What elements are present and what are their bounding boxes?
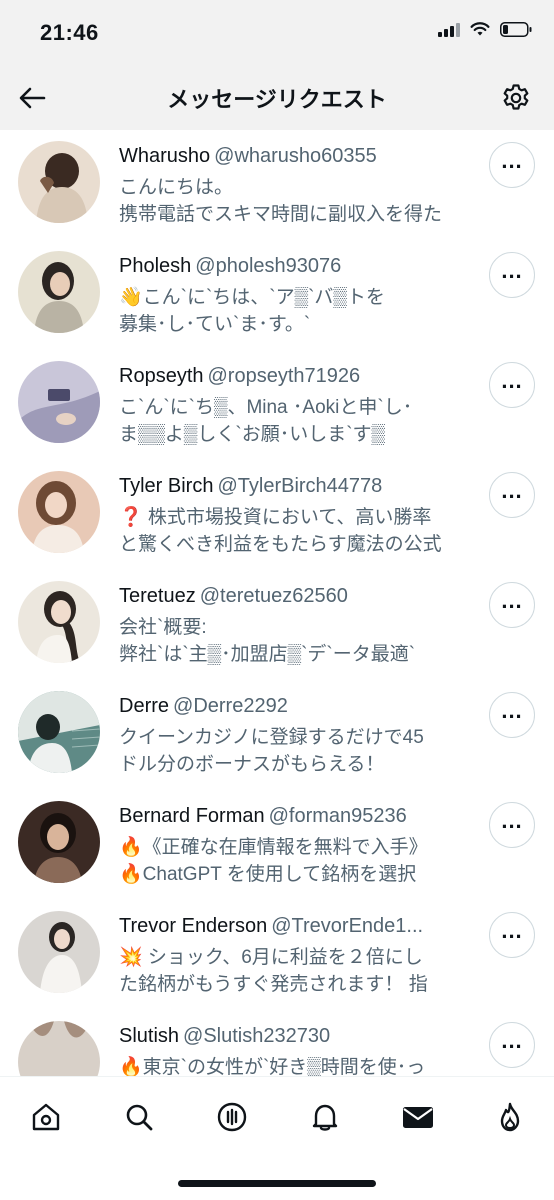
sender-handle: @ropseyth71926 xyxy=(207,365,361,387)
more-icon: ... xyxy=(501,258,523,283)
sender-name: Wharusho xyxy=(119,145,211,167)
sender-handle: @forman95236 xyxy=(268,805,407,827)
more-button[interactable]: ... xyxy=(489,362,535,408)
home-icon xyxy=(32,1103,60,1131)
list-item[interactable]: Pholesh @pholesh93076 👋こん`に`ちは、`ア▒`バ▒トを 募… xyxy=(0,240,554,350)
flame-icon xyxy=(500,1102,520,1132)
avatar[interactable] xyxy=(18,911,100,993)
sender-handle: @wharusho60355 xyxy=(214,145,377,167)
more-icon: ... xyxy=(501,1028,523,1053)
tab-notifications[interactable] xyxy=(303,1095,347,1139)
top-bar: メッセージリクエスト xyxy=(0,66,554,130)
avatar[interactable] xyxy=(18,471,100,553)
avatar[interactable] xyxy=(18,141,100,223)
more-icon: ... xyxy=(501,698,523,723)
message-preview: こ`ん`に`ち▒、Mina ･Aokiと申`し･ ま▒▒よ▒しく`お願･いしま`… xyxy=(119,397,413,445)
battery-icon xyxy=(500,22,532,37)
tab-messages[interactable] xyxy=(396,1095,440,1139)
sender-name: Teretuez xyxy=(119,585,196,607)
sender-name: Slutish xyxy=(119,1025,180,1047)
message-request-list: Wharusho @wharusho60355 こんにちは。 携帯電話でスキマ時間… xyxy=(0,130,554,1076)
home-indicator xyxy=(178,1180,376,1187)
sender-name: Bernard Forman xyxy=(119,805,265,827)
tab-flame[interactable] xyxy=(488,1095,532,1139)
more-icon: ... xyxy=(501,148,523,173)
cellular-signal-icon xyxy=(438,22,460,37)
gear-icon xyxy=(503,84,529,110)
message-preview: 💥 ショック、6月に利益を２倍にし た銘柄がもうすぐ発売されます！ 指 xyxy=(119,947,428,995)
status-bar: 21:46 xyxy=(0,0,554,66)
sender-handle: @TylerBirch44778 xyxy=(217,475,383,497)
sender-handle: @TrevorEnde1... xyxy=(271,915,424,937)
messages-icon xyxy=(403,1107,433,1128)
message-preview: ❓ 株式市場投資において、高い勝率 と驚くべき利益をもたらす魔法の公式 xyxy=(119,507,442,555)
more-icon: ... xyxy=(501,368,523,393)
avatar[interactable] xyxy=(18,691,100,773)
sender-handle: @Slutish232730 xyxy=(183,1025,331,1047)
message-preview: クイーンカジノに登録するだけで45 ドル分のボーナスがもらえる！ xyxy=(119,727,424,775)
sender-name: Ropseyth xyxy=(119,365,204,387)
sender-handle: @pholesh93076 xyxy=(195,255,342,277)
message-preview: 会社`概要: 弊社`は`主▒･加盟店▒`デ`ータ最適` xyxy=(119,617,416,665)
avatar[interactable] xyxy=(18,361,100,443)
more-button[interactable]: ... xyxy=(489,252,535,298)
more-button[interactable]: ... xyxy=(489,912,535,958)
tab-search[interactable] xyxy=(117,1095,161,1139)
more-button[interactable]: ... xyxy=(489,472,535,518)
message-preview: こんにちは。 携帯電話でスキマ時間に副収入を得た xyxy=(119,177,443,225)
spaces-icon xyxy=(217,1102,247,1132)
settings-button[interactable] xyxy=(496,78,536,118)
sender-handle: @Derre2292 xyxy=(173,695,288,717)
wifi-icon xyxy=(470,22,490,36)
list-item[interactable]: Trevor Enderson @TrevorEnde1... 💥 ショック、6月… xyxy=(0,900,554,1010)
more-button[interactable]: ... xyxy=(489,692,535,738)
tab-home[interactable] xyxy=(24,1095,68,1139)
sender-name: Trevor Enderson xyxy=(119,915,268,937)
list-item[interactable]: Derre @Derre2292 クイーンカジノに登録するだけで45 ドル分のボー… xyxy=(0,680,554,790)
list-item[interactable]: Ropseyth @ropseyth71926 こ`ん`に`ち▒、Mina ･Ao… xyxy=(0,350,554,460)
more-icon: ... xyxy=(501,588,523,613)
more-button[interactable]: ... xyxy=(489,1022,535,1068)
avatar[interactable] xyxy=(18,251,100,333)
sender-name: Derre xyxy=(119,695,170,717)
more-button[interactable]: ... xyxy=(489,142,535,188)
sender-name: Pholesh xyxy=(119,255,192,277)
list-item[interactable]: Slutish @Slutish232730 🔥東京`の女性が`好き▒時間を使･っ… xyxy=(0,1010,554,1076)
more-button[interactable]: ... xyxy=(489,582,535,628)
page-title: メッセージリクエスト xyxy=(167,87,387,112)
message-preview: 👋こん`に`ちは、`ア▒`バ▒トを 募集･し･てい`ま･す。` xyxy=(119,287,385,335)
more-icon: ... xyxy=(501,918,523,943)
more-icon: ... xyxy=(501,478,523,503)
notifications-icon xyxy=(312,1104,338,1131)
sender-name: Tyler Birch xyxy=(119,475,214,497)
message-preview: 🔥《正確な在庫情報を無料で入手》 🔥ChatGPT を使用して銘柄を選択 xyxy=(119,837,428,885)
more-button[interactable]: ... xyxy=(489,802,535,848)
message-preview: 🔥東京`の女性が`好き▒時間を使･っ xyxy=(119,1057,426,1076)
search-icon xyxy=(126,1104,153,1131)
avatar[interactable] xyxy=(18,581,100,663)
status-time: 21:46 xyxy=(40,20,99,45)
tab-spaces[interactable] xyxy=(210,1095,254,1139)
list-item[interactable]: Teretuez @teretuez62560 会社`概要: 弊社`は`主▒･加盟… xyxy=(0,570,554,680)
avatar[interactable] xyxy=(18,801,100,883)
sender-handle: @teretuez62560 xyxy=(199,585,348,607)
status-icons xyxy=(438,22,532,37)
list-item[interactable]: Wharusho @wharusho60355 こんにちは。 携帯電話でスキマ時間… xyxy=(0,130,554,240)
more-icon: ... xyxy=(501,808,523,833)
avatar[interactable] xyxy=(18,1021,100,1076)
list-item[interactable]: Tyler Birch @TylerBirch44778 ❓ 株式市場投資において… xyxy=(0,460,554,570)
list-item[interactable]: Bernard Forman @forman95236 🔥《正確な在庫情報を無料で… xyxy=(0,790,554,900)
